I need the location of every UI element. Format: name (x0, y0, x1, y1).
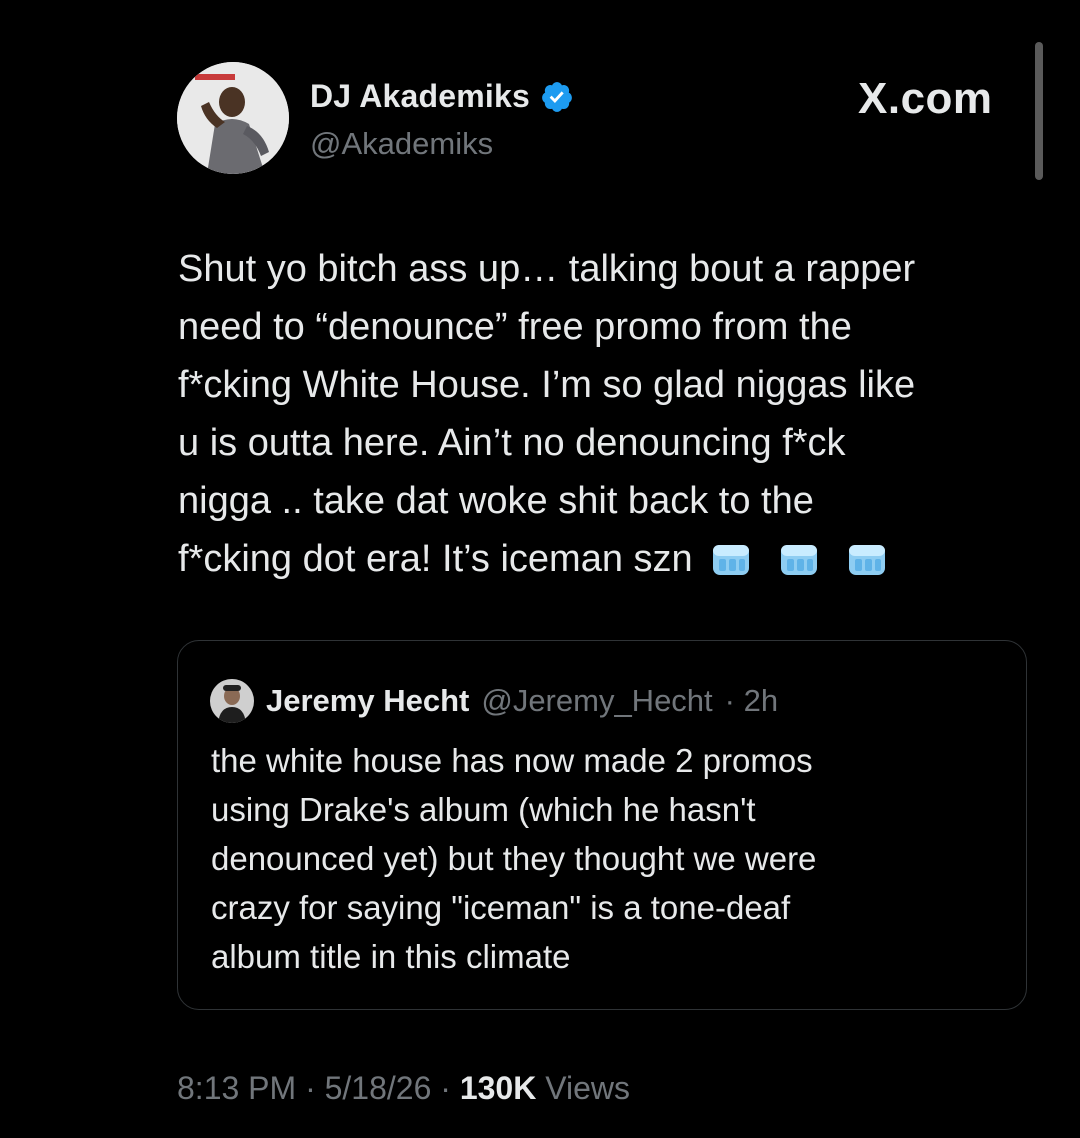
tweet-card: DJ Akademiks @Akademiks X.com Shut yo bi… (0, 0, 1080, 1138)
views-count: 130K (459, 1070, 537, 1106)
ice-cube-icon (712, 545, 749, 575)
quoted-tweet-header: Jeremy Hecht @Jeremy_Hecht · 2h (210, 679, 778, 723)
brand-label: X.com (858, 74, 993, 123)
ice-cube-icon (780, 545, 817, 575)
tweet-text: Shut yo bitch ass up… talking bout a rap… (178, 248, 916, 580)
quoted-tweet-time: · 2h (724, 683, 779, 718)
author-handle[interactable]: @Akademiks (310, 126, 493, 162)
person-icon (210, 679, 254, 723)
tweet-time[interactable]: 8:13 PM (177, 1070, 296, 1106)
tweet-body: Shut yo bitch ass up… talking bout a rap… (178, 240, 1018, 588)
verified-badge-icon (542, 81, 572, 112)
tweet-meta: 8:13 PM · 5/18/26 · 130K Views (177, 1070, 630, 1107)
author-name-row: DJ Akademiks (310, 78, 574, 115)
author-avatar[interactable] (177, 62, 289, 174)
views-label: Views (545, 1070, 630, 1106)
tweet-date: · 5/18/26 · (305, 1070, 451, 1106)
quoted-author-handle[interactable]: @Jeremy_Hecht (481, 683, 712, 719)
author-display-name[interactable]: DJ Akademiks (310, 78, 530, 115)
quoted-author-name[interactable]: Jeremy Hecht (266, 683, 469, 719)
quoted-tweet[interactable]: Jeremy Hecht @Jeremy_Hecht · 2h the whit… (177, 640, 1027, 1010)
quoted-tweet-text: the white house has now made 2 promos us… (211, 742, 817, 975)
quoted-author-avatar[interactable] (210, 679, 254, 723)
person-icon (177, 62, 289, 174)
ice-emoji-row (711, 541, 887, 577)
ice-cube-icon (848, 545, 885, 575)
